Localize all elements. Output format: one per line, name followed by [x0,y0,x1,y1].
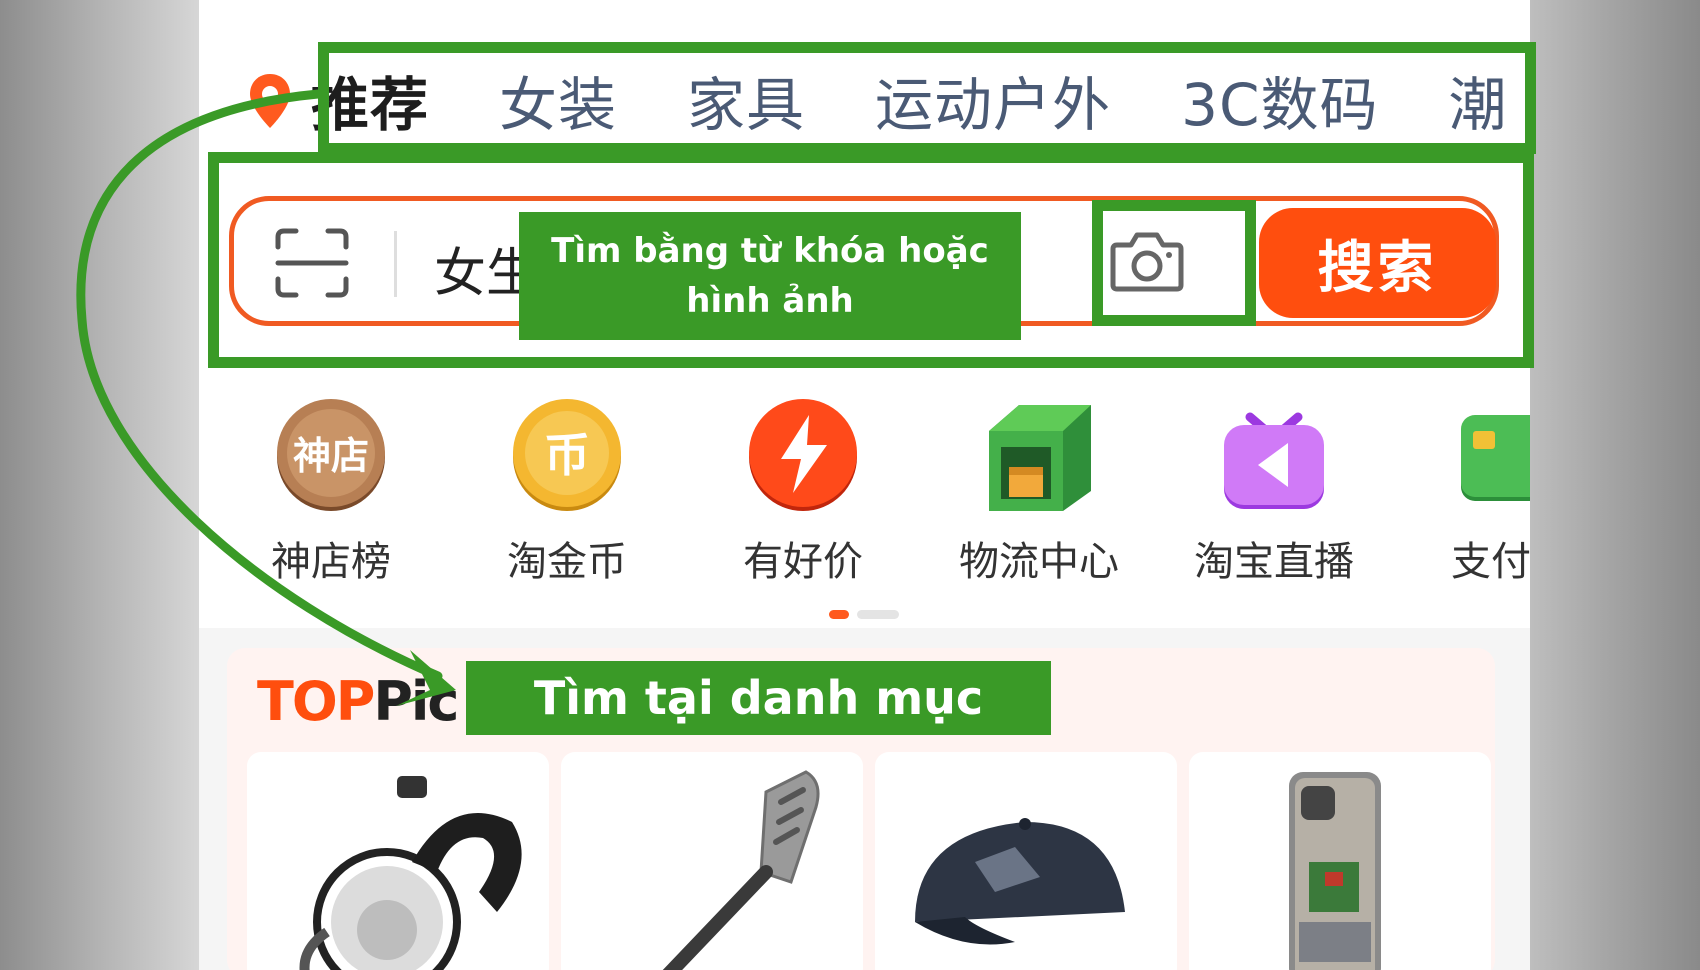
category-arrow [76,89,456,706]
